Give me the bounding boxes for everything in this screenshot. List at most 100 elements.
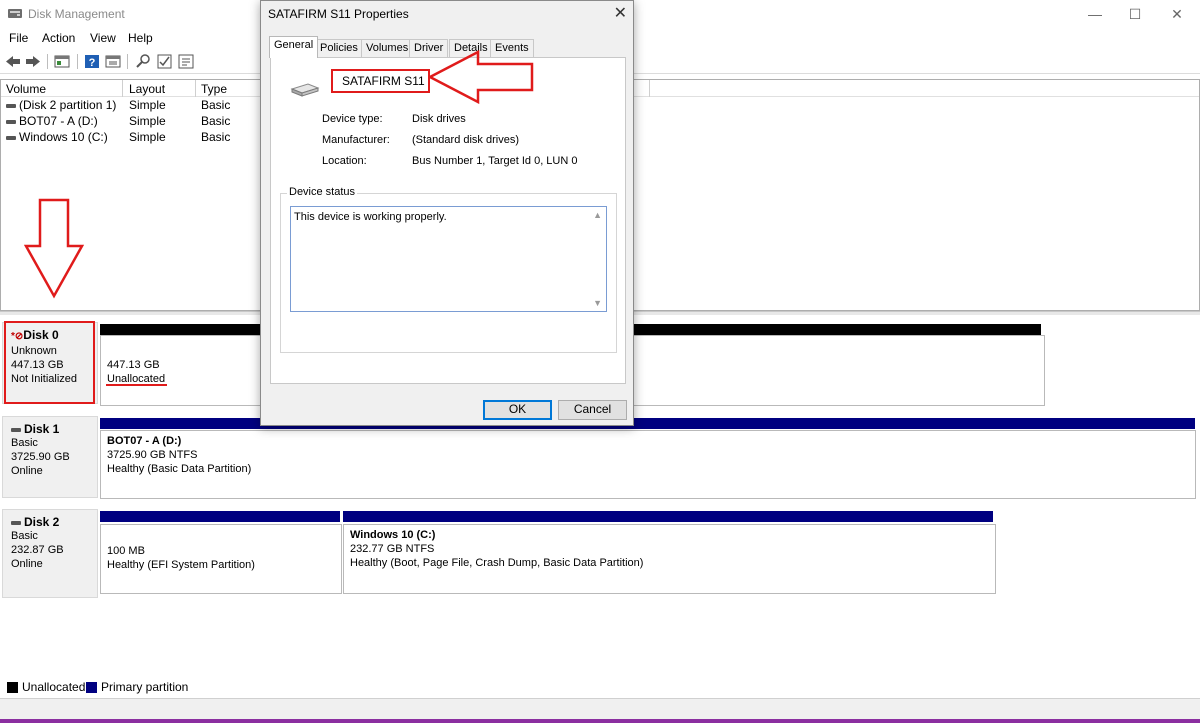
volume-cell: (Disk 2 partition 1)	[6, 98, 116, 112]
partition-size: 3725.90 GB NTFS	[107, 449, 198, 461]
close-button[interactable]: ✕	[1154, 0, 1200, 29]
partition-status: Healthy (Basic Data Partition)	[107, 463, 252, 475]
legend-primary-label: Primary partition	[101, 680, 189, 694]
disk-state: Online	[11, 558, 43, 570]
column-divider[interactable]	[649, 80, 650, 97]
help-icon[interactable]: ?	[84, 54, 100, 69]
disk-2-partition-efi[interactable]: 100 MB Healthy (EFI System Partition)	[100, 524, 342, 594]
table-row[interactable]: BOT07 - A (D:) Simple Basic	[1, 113, 261, 129]
disk-2-windows-bar	[343, 511, 993, 522]
device-type-value: Disk drives	[412, 113, 466, 125]
disk-state: Online	[11, 465, 43, 477]
general-tab-panel: SATAFIRM S11 Device type: Disk drives Ma…	[270, 57, 626, 384]
layout-cell: Simple	[129, 98, 166, 112]
column-header-layout[interactable]: Layout	[129, 82, 165, 96]
scroll-down-icon[interactable]: ▼	[593, 298, 602, 308]
table-row[interactable]: Windows 10 (C:) Simple Basic	[1, 129, 261, 145]
menu-help[interactable]: Help	[128, 31, 153, 45]
disk-size: 232.87 GB	[11, 544, 64, 556]
disk-kind: Basic	[11, 437, 38, 449]
type-cell: Basic	[201, 98, 231, 112]
menu-action[interactable]: Action	[42, 31, 75, 45]
window-border	[0, 719, 1200, 723]
dialog-title: SATAFIRM S11 Properties	[268, 7, 409, 21]
column-divider[interactable]	[195, 80, 196, 97]
legend: Unallocated Primary partition	[0, 678, 1200, 698]
svg-text:?: ?	[89, 57, 96, 69]
disk-name: Disk 2	[24, 515, 60, 529]
device-status-group: Device status This device is working pro…	[280, 186, 617, 353]
disk-1-partition-d[interactable]: BOT07 - A (D:) 3725.90 GB NTFS Healthy (…	[100, 430, 1196, 499]
disk-name: Disk 1	[24, 422, 60, 436]
manufacturer-label: Manufacturer:	[322, 134, 390, 146]
cancel-button[interactable]: Cancel	[558, 400, 627, 420]
annotation-underline-unallocated	[106, 384, 167, 386]
legend-primary-swatch	[86, 682, 97, 693]
legend-unallocated-label: Unallocated	[22, 680, 86, 694]
tab-policies[interactable]: Policies	[315, 39, 363, 58]
menu-file[interactable]: File	[9, 31, 28, 45]
toolbar-separator	[77, 54, 78, 69]
disk-2-label[interactable]: Disk 2 Basic 232.87 GB Online	[2, 509, 98, 598]
drive-icon	[6, 103, 16, 108]
menu-view[interactable]: View	[90, 31, 116, 45]
device-name: SATAFIRM S11	[331, 69, 430, 93]
scroll-up-icon[interactable]: ▲	[593, 210, 602, 220]
layout-cell: Simple	[129, 130, 166, 144]
toolbar-separator	[127, 54, 128, 69]
type-cell: Basic	[201, 130, 231, 144]
annotation-box-disk-0	[4, 321, 95, 404]
forward-arrow-icon[interactable]	[25, 54, 41, 69]
status-text: This device is working properly.	[294, 211, 447, 223]
device-type-label: Device type:	[322, 113, 383, 125]
partition-size: 232.77 GB NTFS	[350, 543, 435, 555]
toolbar-separator	[47, 54, 48, 69]
properties-sheet-icon[interactable]	[105, 54, 121, 69]
partition-status: Healthy (EFI System Partition)	[107, 559, 255, 571]
drive-icon	[11, 427, 21, 432]
dialog-close-button[interactable]: ✕	[614, 3, 627, 23]
tab-general[interactable]: General	[269, 36, 319, 58]
volume-name: Windows 10 (C:)	[19, 130, 108, 144]
partition-title: BOT07 - A (D:)	[107, 435, 182, 447]
location-value: Bus Number 1, Target Id 0, LUN 0	[412, 155, 578, 167]
drive-icon	[11, 520, 21, 525]
partition-size: 100 MB	[107, 545, 145, 557]
location-label: Location:	[322, 155, 367, 167]
column-divider[interactable]	[122, 80, 123, 97]
legend-unallocated-swatch	[7, 682, 18, 693]
drive-icon	[6, 135, 16, 140]
back-arrow-icon[interactable]	[5, 54, 21, 69]
disk-size: 3725.90 GB	[11, 451, 70, 463]
volume-name: (Disk 2 partition 1)	[19, 98, 117, 112]
partition-title: Windows 10 (C:)	[350, 529, 436, 541]
drive-icon	[6, 119, 16, 124]
check-icon[interactable]	[157, 54, 173, 69]
disk-2-efi-bar	[100, 511, 340, 522]
column-header-type[interactable]: Type	[201, 82, 227, 96]
disk-1-label[interactable]: Disk 1 Basic 3725.90 GB Online	[2, 416, 98, 498]
ok-button[interactable]: OK	[483, 400, 552, 420]
device-status-label: Device status	[287, 186, 358, 198]
disk-2-partition-c[interactable]: Windows 10 (C:) 232.77 GB NTFS Healthy (…	[343, 524, 996, 594]
disk-2-name-row: Disk 2	[11, 515, 89, 529]
tab-volumes[interactable]: Volumes	[361, 39, 414, 58]
device-status-text[interactable]: This device is working properly. ▲ ▼	[290, 206, 607, 312]
column-header-volume[interactable]: Volume	[6, 82, 46, 96]
disk-kind: Basic	[11, 530, 38, 542]
volume-name: BOT07 - A (D:)	[19, 114, 98, 128]
volume-cell: Windows 10 (C:)	[6, 130, 108, 144]
settings-list-icon[interactable]	[178, 54, 194, 69]
layout-cell: Simple	[129, 114, 166, 128]
annotation-down-arrow	[24, 198, 84, 299]
console-tree-icon[interactable]	[54, 54, 70, 69]
maximize-button[interactable]: ☐	[1112, 0, 1158, 29]
connect-icon[interactable]	[135, 54, 151, 69]
table-row[interactable]: (Disk 2 partition 1) Simple Basic	[1, 97, 261, 113]
window-title: Disk Management	[28, 7, 125, 21]
annotation-left-arrow	[428, 50, 534, 104]
volume-cell: BOT07 - A (D:)	[6, 114, 98, 128]
disk-1-name-row: Disk 1	[11, 422, 89, 436]
disk-drive-icon	[290, 83, 320, 97]
disk-management-icon	[8, 9, 22, 18]
